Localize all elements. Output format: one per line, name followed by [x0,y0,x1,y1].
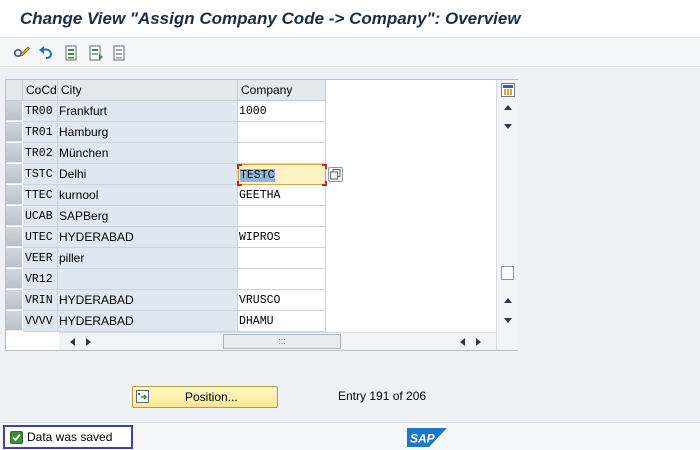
focus-corner [322,164,327,169]
company-field[interactable] [238,248,326,269]
hscroll-thumb[interactable]: ::: [223,334,341,349]
status-bar: Data was saved SAP [0,422,700,450]
deselect-all-icon[interactable] [110,43,130,63]
select-block-icon[interactable] [86,43,106,63]
cocd-cell: VEER [23,248,58,269]
horizontal-scrollbar[interactable]: ::: [59,332,496,350]
city-cell: HYDERABAD [58,290,238,311]
city-cell: Hamburg [58,122,238,143]
value-help-icon [330,169,341,180]
selected-text: TESTC [240,169,275,182]
city-cell: piller [58,248,238,269]
company-field[interactable]: WIPROS [238,227,326,248]
table-row: VRIN HYDERABAD VRUSCO [6,290,326,311]
row-selector[interactable] [6,248,22,268]
city-cell: Frankfurt [58,101,238,122]
company-field-focused[interactable]: TESTC [238,164,326,185]
position-icon [136,390,149,403]
row-selector[interactable] [6,311,22,331]
focus-corner [237,181,242,186]
row-selector[interactable] [6,143,22,163]
table-row: TR00 Frankfurt 1000 [6,101,326,122]
company-field[interactable] [238,269,326,290]
cocd-cell: TR01 [23,122,58,143]
entry-counter: Entry 191 of 206 [338,389,427,403]
column-header-company[interactable]: Company [238,80,326,101]
cocd-cell: VRIN [23,290,58,311]
row-selector[interactable] [6,227,22,247]
cocd-cell: TR00 [23,101,58,122]
vertical-scrollbar[interactable] [496,80,518,350]
cocd-cell: UCAB [23,206,58,227]
scroll-page-down-icon[interactable] [504,318,512,323]
table-row: TSTC Delhi TESTC [6,164,326,185]
scroll-thumb[interactable] [501,266,514,280]
table-row: TR02 München [6,143,326,164]
city-cell: SAPBerg [58,206,238,227]
city-cell: HYDERABAD [58,311,238,332]
row-selector[interactable] [6,269,22,289]
scroll-down-up-icon[interactable] [504,298,512,303]
focus-corner [322,181,327,186]
row-selector[interactable] [6,101,22,121]
main-area: CoCd City Company TR00 Frankfurt 1000 TR… [0,68,700,422]
row-selector[interactable] [6,164,22,184]
scroll-page-up-icon[interactable] [504,105,512,110]
company-field[interactable]: GEETHA [238,185,326,206]
success-check-icon [10,431,23,444]
cocd-cell: VR12 [23,269,58,290]
company-field[interactable] [238,206,326,227]
column-settings-icon[interactable] [501,83,515,97]
focus-corner [237,164,242,169]
select-all-header[interactable] [6,80,23,101]
company-field[interactable]: 1000 [238,101,326,122]
city-cell: München [58,143,238,164]
title-bar: Change View "Assign Company Code -> Comp… [0,0,700,38]
row-selector[interactable] [6,206,22,226]
cocd-cell: TTEC [23,185,58,206]
city-cell: Delhi [58,164,238,185]
cocd-cell: UTEC [23,227,58,248]
company-field[interactable] [238,143,326,164]
table-row: UTEC HYDERABAD WIPROS [6,227,326,248]
column-header-cocd[interactable]: CoCd [23,80,58,101]
scroll-right-icon[interactable] [86,338,91,346]
scroll-far-left-icon[interactable] [460,338,465,346]
table-row: TTEC kurnool GEETHA [6,185,326,206]
status-message[interactable]: Data was saved [3,425,133,449]
status-text: Data was saved [27,430,113,444]
select-all-icon[interactable] [62,43,82,63]
row-selector[interactable] [6,290,22,310]
position-button-label: Position... [185,390,238,404]
table-row: VR12 [6,269,326,290]
company-field[interactable] [238,122,326,143]
scroll-up-icon[interactable] [504,124,512,129]
sap-logo[interactable]: SAP [407,428,447,447]
city-cell: kurnool [58,185,238,206]
application-toolbar [0,39,700,67]
svg-text:SAP: SAP [410,432,436,446]
position-button[interactable]: Position... [132,386,278,408]
row-selector[interactable] [6,185,22,205]
cocd-cell: TSTC [23,164,58,185]
company-field[interactable]: VRUSCO [238,290,326,311]
city-cell: HYDERABAD [58,227,238,248]
page-title: Change View "Assign Company Code -> Comp… [20,9,521,28]
row-selector[interactable] [6,122,22,142]
table-row: TR01 Hamburg [6,122,326,143]
undo-icon[interactable] [36,43,56,63]
city-cell [58,269,238,290]
value-help-button[interactable] [328,167,343,182]
scroll-far-right-icon[interactable] [476,338,481,346]
table-control: CoCd City Company TR00 Frankfurt 1000 TR… [5,79,518,351]
table-row: VEER piller [6,248,326,269]
cocd-cell: TR02 [23,143,58,164]
scroll-left-icon[interactable] [70,338,75,346]
company-field[interactable]: DHAMU [238,311,326,332]
column-header-city[interactable]: City [58,80,238,101]
table-row: UCAB SAPBerg [6,206,326,227]
cocd-cell: VVVV [23,311,58,332]
display-change-icon[interactable] [12,43,32,63]
table-row: VVVV HYDERABAD DHAMU [6,311,326,332]
